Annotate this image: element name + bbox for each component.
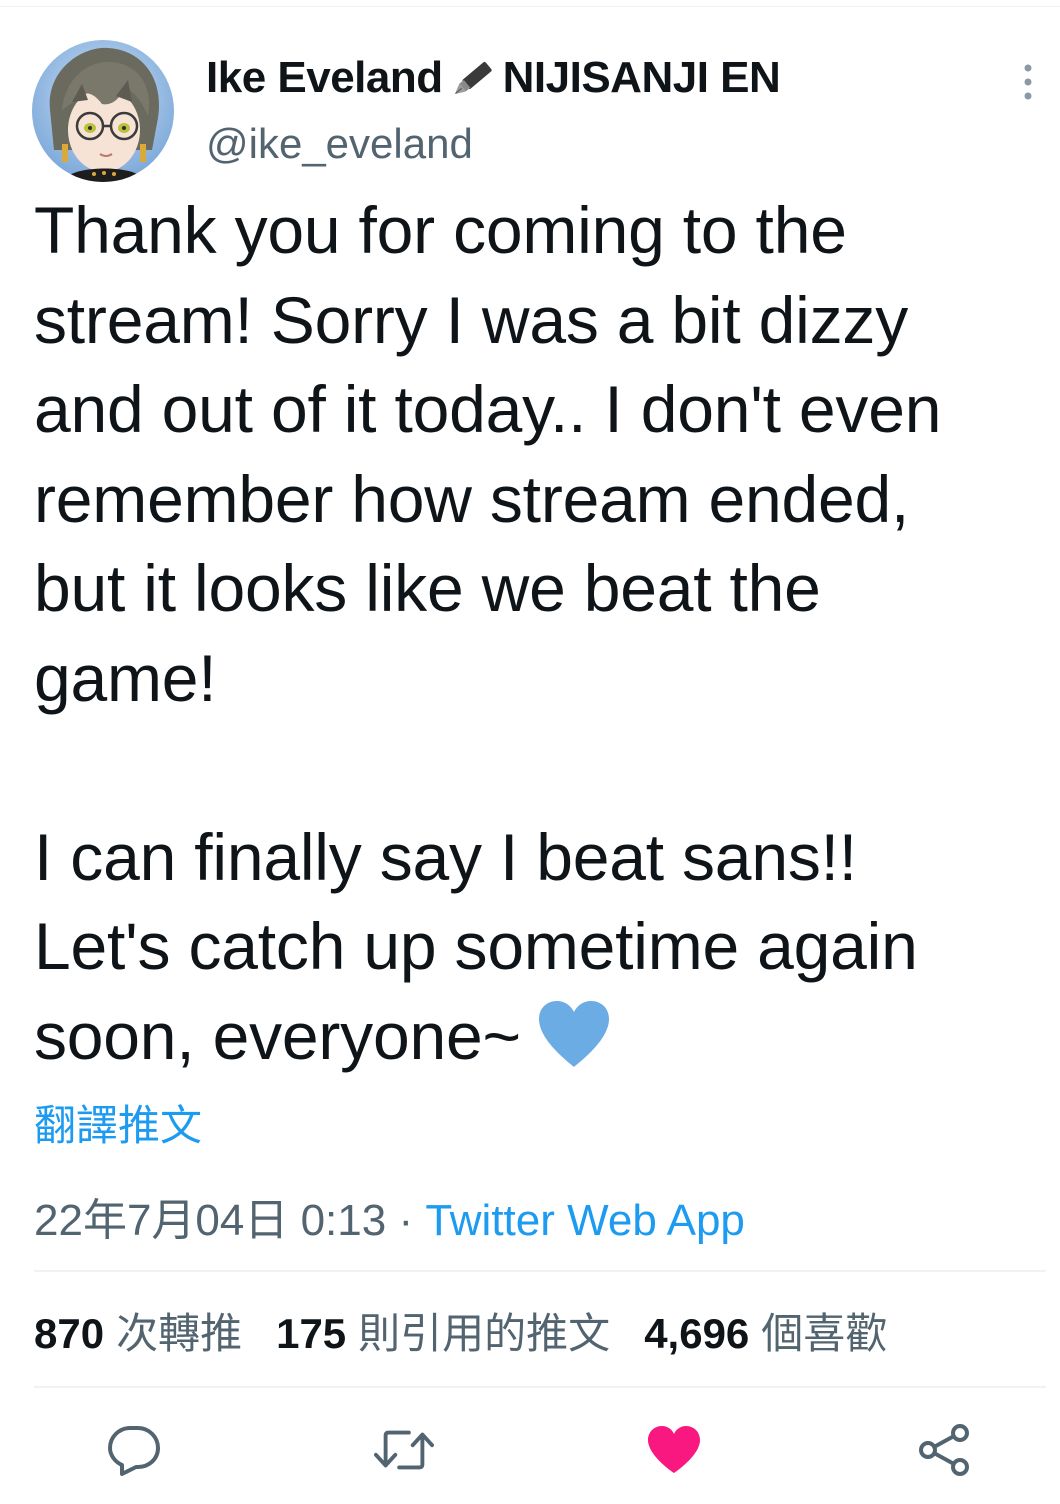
avatar[interactable] — [32, 40, 174, 182]
reply-icon — [108, 1426, 160, 1476]
retweets-count: 870 — [34, 1309, 105, 1357]
likes-label: 個喜歡 — [761, 1309, 888, 1357]
meta-divider — [34, 1270, 1046, 1272]
tweet-timestamp[interactable]: 22年7月04日 0:13 · — [34, 1196, 425, 1245]
quotes-count: 175 — [276, 1309, 347, 1357]
reply-button[interactable] — [104, 1420, 164, 1480]
likes-count: 4,696 — [644, 1309, 750, 1357]
display-name-part2: NIJISANJI EN — [502, 53, 781, 102]
display-name-part1: Ike Eveland — [206, 53, 443, 102]
retweet-button[interactable] — [374, 1420, 434, 1480]
like-button[interactable] — [644, 1420, 704, 1480]
author-display-name[interactable]: Ike Eveland NIJISANJI EN — [206, 52, 781, 104]
tweet-body: Thank you for coming to the stream! Sorr… — [34, 193, 942, 1073]
more-vertical-icon — [1024, 64, 1032, 100]
share-icon — [919, 1424, 969, 1476]
quotes-stat[interactable]: 175 則引用的推文 — [276, 1300, 610, 1361]
share-button[interactable] — [914, 1420, 974, 1480]
tweet-text: Thank you for coming to the stream! Sorr… — [34, 186, 1044, 1081]
tweet-actions — [0, 1420, 1060, 1480]
heart-icon — [648, 1426, 700, 1473]
likes-stat[interactable]: 4,696 個喜歡 — [644, 1300, 887, 1361]
translate-tweet-link[interactable]: 翻譯推文 — [34, 1092, 202, 1153]
tweet-meta: 22年7月04日 0:13 · Twitter Web App — [34, 1184, 745, 1248]
retweets-stat[interactable]: 870 次轉推 — [34, 1300, 242, 1361]
more-options-button[interactable] — [1008, 62, 1048, 102]
retweets-label: 次轉推 — [116, 1309, 243, 1357]
retweet-icon — [374, 1430, 434, 1470]
tweet-source-link[interactable]: Twitter Web App — [425, 1196, 745, 1245]
tweet-stats: 870 次轉推 175 則引用的推文 4,696 個喜歡 — [34, 1302, 887, 1358]
fountain-pen-icon — [447, 55, 501, 101]
avatar-image — [32, 40, 174, 182]
author-handle[interactable]: @ike_eveland — [206, 120, 473, 168]
quotes-label: 則引用的推文 — [358, 1309, 611, 1357]
top-divider — [0, 6, 1060, 7]
blue-heart-icon — [535, 999, 613, 1069]
stats-divider — [34, 1386, 1046, 1388]
